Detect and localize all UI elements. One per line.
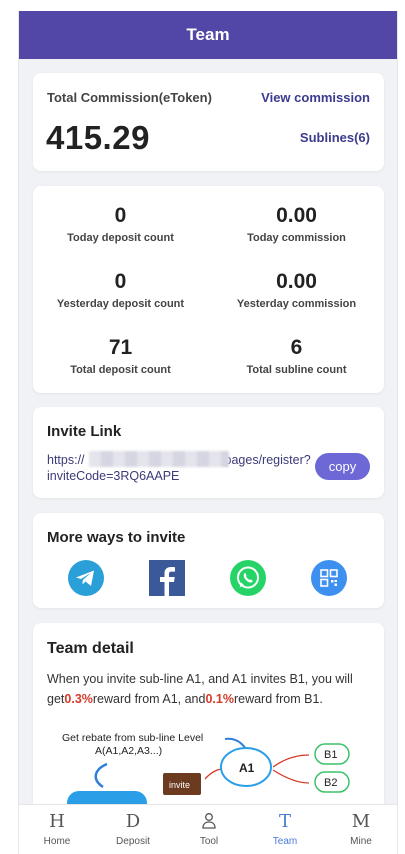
tab-label: Tool bbox=[199, 836, 219, 847]
diagram-b2-label: B2 bbox=[324, 777, 337, 789]
diagram-caption-1: Get rebate from sub-line Level bbox=[62, 732, 203, 744]
commission-amount: 415.29 bbox=[46, 119, 150, 156]
view-commission-link[interactable]: View commission bbox=[261, 90, 370, 105]
stat-total-deposit: 71 Total deposit count bbox=[33, 336, 208, 376]
facebook-icon[interactable] bbox=[148, 559, 186, 597]
sublines-link[interactable]: Sublines(6) bbox=[300, 130, 370, 145]
deposit-icon: D bbox=[125, 811, 141, 832]
tab-home[interactable]: H Home bbox=[19, 805, 95, 854]
page-title: Team bbox=[186, 25, 230, 44]
mine-icon: M bbox=[351, 811, 371, 832]
share-title: More ways to invite bbox=[47, 529, 186, 546]
diagram-a1-label: A1 bbox=[239, 761, 255, 775]
stats-card: 0 Today deposit count 0.00 Today commiss… bbox=[33, 186, 384, 393]
redacted-link-segment bbox=[89, 451, 229, 467]
diagram-arrow-b1 bbox=[272, 754, 310, 768]
person-icon bbox=[202, 812, 216, 834]
desc-part-2: reward from A1, and bbox=[92, 692, 206, 706]
team-detail-title: Team detail bbox=[47, 640, 134, 657]
tab-team[interactable]: T Team bbox=[247, 805, 323, 854]
stat-caption: Today deposit count bbox=[67, 232, 174, 244]
diagram-caption-2: A(A1,A2,A3...) bbox=[95, 745, 162, 757]
team-icon: T bbox=[278, 811, 291, 832]
whatsapp-icon[interactable] bbox=[229, 559, 267, 597]
telegram-icon[interactable] bbox=[67, 559, 105, 597]
stat-value: 6 bbox=[290, 336, 303, 359]
stat-value: 0 bbox=[114, 204, 127, 227]
commission-card: Total Commission(eToken) View commission… bbox=[33, 73, 384, 171]
bottom-tab-bar: H Home D Deposit Tool T Team M Mine bbox=[19, 804, 397, 854]
invite-link-card: Invite Link https://pages/register?invit… bbox=[33, 407, 384, 498]
tab-deposit[interactable]: D Deposit bbox=[95, 805, 171, 854]
share-card: More ways to invite bbox=[33, 513, 384, 608]
diagram-arrow-left bbox=[94, 762, 108, 789]
diagram-invite-label: invite bbox=[169, 780, 190, 790]
tab-label: Deposit bbox=[116, 836, 150, 847]
tab-mine[interactable]: M Mine bbox=[323, 805, 397, 854]
diagram-b1-label: B1 bbox=[324, 749, 337, 761]
reward-percent-a1: 0.3% bbox=[64, 692, 93, 706]
reward-percent-b1: 0.1% bbox=[205, 692, 234, 706]
stat-value: 71 bbox=[108, 336, 133, 359]
page-header: Team bbox=[19, 11, 397, 59]
copy-button[interactable]: copy bbox=[315, 453, 370, 480]
commission-label: Total Commission(eToken) bbox=[47, 90, 212, 105]
stat-caption: Total subline count bbox=[246, 364, 347, 376]
tab-tool[interactable]: Tool bbox=[171, 805, 247, 854]
team-detail-description: When you invite sub-line A1, and A1 invi… bbox=[47, 669, 372, 709]
invite-link-title: Invite Link bbox=[47, 423, 122, 440]
team-detail-card: Team detail When you invite sub-line A1,… bbox=[33, 623, 384, 833]
stat-caption: Today commission bbox=[247, 232, 346, 244]
home-icon: H bbox=[49, 811, 65, 832]
app-frame: Team Total Commission(eToken) View commi… bbox=[18, 11, 398, 854]
stat-caption: Yesterday commission bbox=[236, 298, 357, 310]
diagram-arrow-b2 bbox=[272, 769, 310, 784]
stat-today-commission: 0.00 Today commission bbox=[209, 204, 384, 244]
tab-label: Home bbox=[43, 836, 71, 847]
qrcode-icon[interactable] bbox=[310, 559, 348, 597]
stat-caption: Yesterday deposit count bbox=[56, 298, 185, 310]
tab-label: Team bbox=[272, 836, 298, 847]
stat-today-deposit: 0 Today deposit count bbox=[33, 204, 208, 244]
stat-yesterday-commission: 0.00 Yesterday commission bbox=[209, 270, 384, 310]
invite-link-start: https:// bbox=[47, 453, 85, 467]
stat-total-subline: 6 Total subline count bbox=[209, 336, 384, 376]
tab-label: Mine bbox=[350, 836, 372, 847]
stat-yesterday-deposit: 0 Yesterday deposit count bbox=[33, 270, 208, 310]
stat-caption: Total deposit count bbox=[70, 364, 171, 376]
stat-value: 0 bbox=[114, 270, 127, 293]
stat-value: 0.00 bbox=[276, 204, 317, 227]
desc-part-3: reward from B1. bbox=[233, 692, 323, 706]
diagram-arrow-invite bbox=[204, 768, 224, 780]
stat-value: 0.00 bbox=[276, 270, 317, 293]
